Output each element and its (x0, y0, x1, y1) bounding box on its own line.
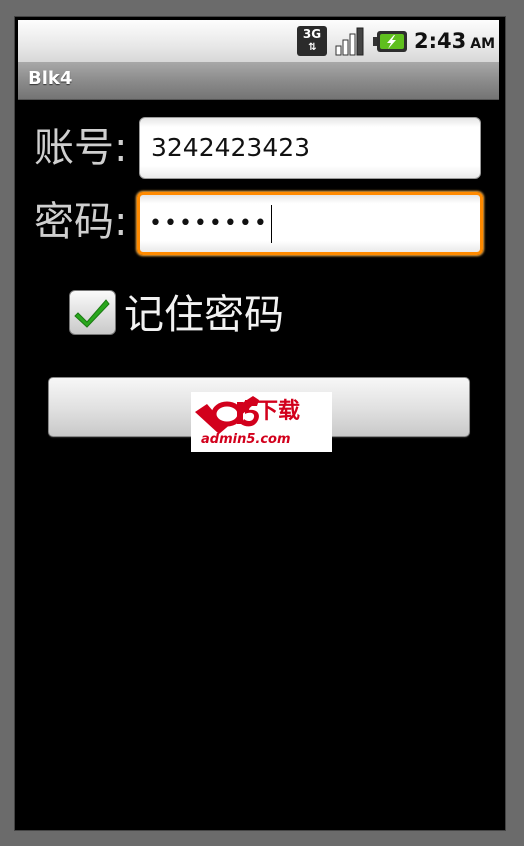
password-input[interactable]: •••••••• (137, 192, 483, 255)
status-bar: 3G ⇅ 2:43 AM (18, 20, 499, 63)
password-label: 密码: (34, 199, 128, 245)
text-cursor (270, 205, 272, 243)
signal-bars-icon (335, 27, 364, 56)
network-arrows-icon: ⇅ (308, 42, 316, 53)
clock-time: 2:43 (414, 29, 467, 53)
account-label: 账号: (34, 125, 128, 171)
logo-text-download: 下载 (256, 399, 301, 424)
network-type-label: 3G (302, 27, 322, 41)
network-3g-icon: 3G ⇅ (297, 26, 327, 56)
logo-text-url: admin5.com (201, 432, 291, 447)
checkmark-icon (74, 299, 110, 328)
remember-password-checkbox[interactable] (69, 290, 116, 335)
battery-charging-icon (373, 31, 407, 52)
clock-ampm: AM (470, 36, 496, 52)
a5-download-logo[interactable]: 下载 admin5.com (191, 392, 332, 452)
status-clock: 2:43 AM (414, 27, 495, 55)
password-masked-value: •••••••• (149, 211, 269, 236)
remember-password-label[interactable]: 记住密码 (124, 290, 284, 340)
app-title: Blk4 (28, 68, 73, 89)
title-bar: Blk4 (18, 62, 499, 100)
account-input[interactable]: 3242423423 (139, 117, 481, 179)
